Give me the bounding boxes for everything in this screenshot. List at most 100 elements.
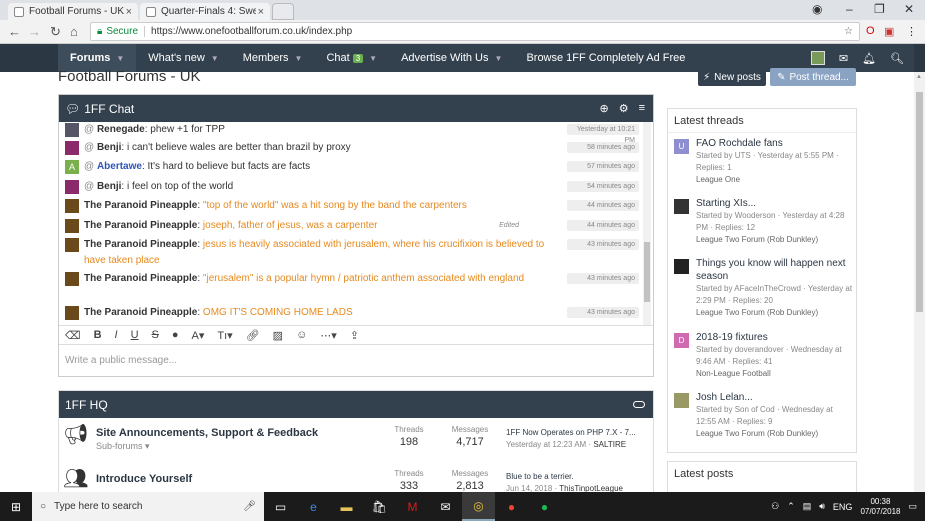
chevron-up-icon[interactable]: ⌃ — [787, 501, 795, 512]
strikethrough-icon[interactable]: S — [152, 329, 159, 341]
nav-ad-free[interactable]: Browse 1FF Completely Ad Free — [514, 44, 697, 72]
bookmark-star-icon[interactable]: ☆ — [844, 26, 853, 37]
nav-members[interactable]: Members ▼ — [231, 44, 315, 72]
globe-icon[interactable]: ⊕ — [599, 102, 608, 115]
chevron-down-icon[interactable]: ▼ — [295, 54, 303, 63]
microphone-icon[interactable]: 🎤︎ — [243, 501, 256, 512]
file-explorer-icon[interactable]: ▬ — [330, 492, 363, 521]
color-drop-icon[interactable]: ● — [172, 329, 179, 341]
chevron-down-icon[interactable]: ▼ — [116, 54, 124, 63]
maximize-icon[interactable]: ❐ — [874, 2, 885, 16]
thread-item[interactable]: Starting XIs... Started by Wooderson · Ye… — [674, 197, 854, 246]
mcafee-icon[interactable]: M — [396, 492, 429, 521]
thread-title[interactable]: Josh Lelan... — [696, 391, 854, 404]
url-bar[interactable]: 🔒︎ Secure https://www.onefootballforum.c… — [90, 22, 860, 41]
message-time[interactable]: 44 minutes ago — [567, 220, 639, 231]
new-posts-button[interactable]: ⚡︎ New posts — [698, 68, 766, 86]
user-avatar[interactable] — [810, 51, 825, 65]
forum-title[interactable]: Site Announcements, Support & Feedback — [96, 427, 318, 439]
italic-icon[interactable]: I — [115, 329, 118, 341]
message-username[interactable]: The Paranoid Pineapple — [84, 239, 197, 250]
font-family-icon[interactable]: A▾ — [192, 329, 205, 342]
thread-title[interactable]: Things you know will happen next season — [696, 257, 854, 283]
store-icon[interactable]: 🛍︎ — [363, 492, 396, 521]
thread-item[interactable]: Things you know will happen next season S… — [674, 257, 854, 319]
opera-extension-icon[interactable]: O — [866, 25, 875, 37]
chrome-icon[interactable]: ◎ — [462, 492, 495, 521]
back-icon[interactable]: ← — [8, 24, 21, 39]
nav-advertise[interactable]: Advertise With Us ▼ — [389, 44, 514, 72]
eraser-icon[interactable]: ⌫ — [65, 329, 81, 342]
user-avatar[interactable]: A — [65, 160, 79, 174]
message-time[interactable]: 44 minutes ago — [567, 200, 639, 211]
user-avatar[interactable] — [65, 219, 79, 233]
windows-start-icon[interactable]: ⊞ — [0, 492, 32, 521]
user-avatar[interactable] — [65, 123, 79, 137]
extension-icon[interactable]: ▣ — [884, 25, 894, 38]
user-avatar[interactable]: U — [674, 139, 689, 154]
notifications-icon[interactable]: ▭ — [908, 501, 917, 512]
mention-icon[interactable]: @ — [84, 181, 97, 192]
last-post-user[interactable]: SALTIRE — [593, 440, 626, 449]
close-icon[interactable]: × — [258, 6, 264, 18]
category-title[interactable]: 1FF HQ — [65, 398, 108, 412]
last-post-title[interactable]: Blue to be a terrier. — [506, 472, 651, 481]
post-thread-button[interactable]: ✎ Post thread... — [770, 68, 856, 86]
thread-forum[interactable]: Non-League Football — [696, 368, 854, 380]
thread-forum[interactable]: League Two Forum (Rob Dunkley) — [696, 307, 854, 319]
chevron-down-icon[interactable]: ▼ — [369, 54, 377, 63]
app-icon[interactable]: ● — [495, 492, 528, 521]
user-avatar[interactable]: D — [674, 333, 689, 348]
home-icon[interactable]: ⌂ — [70, 24, 78, 39]
underline-icon[interactable]: U — [131, 329, 139, 341]
more-icon[interactable]: ⋯▾ — [320, 329, 337, 342]
volume-icon[interactable]: 🔊︎ — [819, 501, 825, 512]
thread-item[interactable]: U FAO Rochdale fans Started by UTS · Yeste… — [674, 137, 854, 186]
task-view-icon[interactable]: ▭ — [264, 492, 297, 521]
thread-forum[interactable]: League One — [696, 174, 854, 186]
user-avatar[interactable] — [65, 306, 79, 320]
chevron-down-icon[interactable]: ▼ — [211, 54, 219, 63]
chevron-down-icon[interactable]: ▼ — [495, 54, 503, 63]
thread-item[interactable]: D 2018-19 fixtures Started by doverandover… — [674, 331, 854, 380]
new-tab-button[interactable] — [272, 3, 294, 20]
message-time[interactable]: 57 minutes ago — [567, 161, 639, 172]
user-avatar[interactable] — [65, 272, 79, 286]
scrollbar-thumb[interactable] — [644, 242, 650, 302]
url-text[interactable]: https://www.onefootballforum.co.uk/index… — [151, 26, 352, 37]
close-icon[interactable]: × — [126, 6, 132, 18]
user-avatar[interactable] — [65, 199, 79, 213]
menu-icon[interactable]: ⋮ — [906, 25, 917, 38]
collapse-toggle-icon[interactable] — [633, 401, 645, 408]
user-avatar[interactable] — [674, 393, 689, 408]
message-username[interactable]: Benji — [97, 181, 121, 192]
network-icon[interactable]: ▤ — [803, 501, 812, 512]
thread-item[interactable]: Josh Lelan... Started by Son of Cod · Wed… — [674, 391, 854, 440]
thread-forum[interactable]: League Two Forum (Rob Dunkley) — [696, 428, 854, 440]
font-size-icon[interactable]: Tı▾ — [217, 329, 232, 342]
bold-icon[interactable]: B — [94, 329, 102, 341]
people-icon[interactable]: ⚇ — [771, 501, 779, 512]
user-avatar[interactable] — [65, 238, 79, 252]
message-username[interactable]: The Paranoid Pineapple — [84, 220, 197, 231]
message-username[interactable]: The Paranoid Pineapple — [84, 273, 197, 284]
cogs-icon[interactable]: ⚙ — [619, 102, 629, 115]
user-avatar[interactable] — [65, 180, 79, 194]
user-avatar[interactable] — [674, 199, 689, 214]
taskbar-search[interactable]: ○ Type here to search 🎤︎ — [32, 492, 264, 521]
user-avatar[interactable] — [65, 141, 79, 155]
tab-quarter-finals[interactable]: Quarter-Finals 4: Sweden × — [140, 3, 270, 20]
forum-title[interactable]: Introduce Yourself — [96, 473, 192, 485]
message-time[interactable]: 58 minutes ago — [567, 142, 639, 153]
forum-node[interactable]: 📢︎ Site Announcements, Support & Feedbac… — [59, 419, 655, 463]
link-icon[interactable]: 🔗︎ — [246, 329, 260, 342]
mail-icon[interactable]: ✉ — [429, 492, 462, 521]
subforums-toggle[interactable]: Sub-forums ▾ — [96, 441, 150, 452]
scroll-up-icon[interactable]: ▲ — [916, 74, 922, 80]
nav-chat[interactable]: Chat 3 ▼ — [314, 44, 389, 72]
thread-title[interactable]: Starting XIs... — [696, 197, 854, 210]
message-time[interactable]: 43 minutes ago — [567, 239, 639, 250]
mention-icon[interactable]: @ — [84, 142, 97, 153]
forward-icon[interactable]: → — [28, 24, 41, 39]
window-close-icon[interactable]: ✕ — [904, 2, 914, 16]
